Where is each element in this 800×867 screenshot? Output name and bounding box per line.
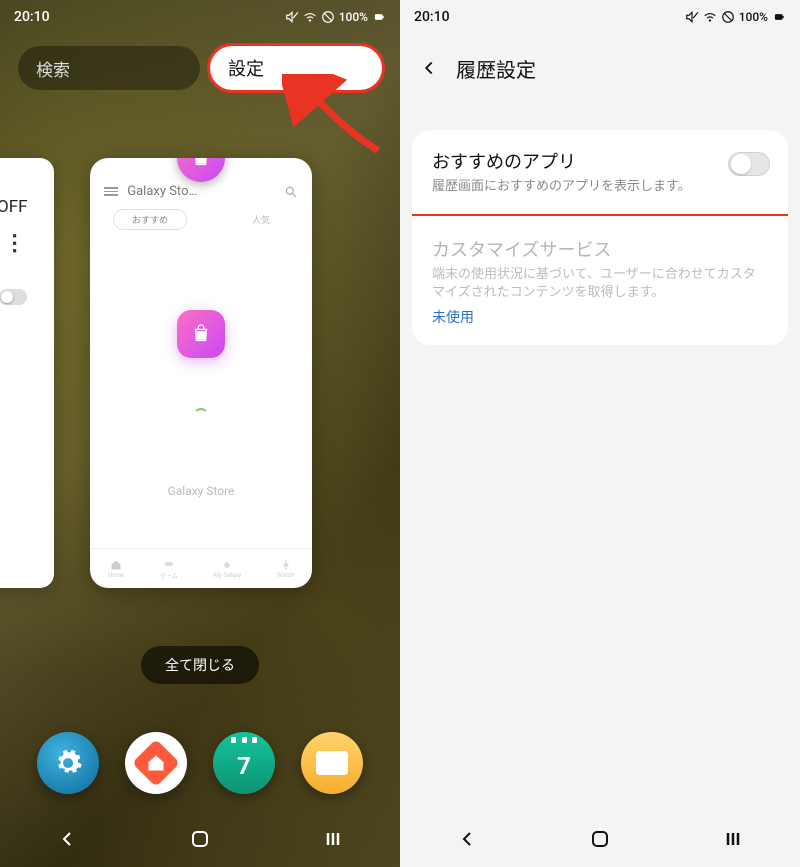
no-sim-icon bbox=[321, 10, 335, 24]
mini-toggle[interactable] bbox=[0, 289, 27, 305]
card-peek-label: がOFF bbox=[0, 192, 44, 217]
dock: 7 bbox=[0, 727, 400, 799]
setting-desc: 履歴画面におすすめのアプリを表示します。 bbox=[432, 178, 768, 196]
setting-customization-service[interactable]: カスタマイズサービス 端末の使用状況に基づいて、ユーザーに合わせてカスタマイズさ… bbox=[412, 218, 788, 344]
setting-status-link: 未使用 bbox=[432, 307, 474, 327]
battery-pct: 100% bbox=[739, 10, 768, 24]
battery-icon bbox=[372, 10, 386, 24]
close-all-button[interactable]: 全て閉じる bbox=[141, 646, 259, 684]
status-icons: 100% bbox=[685, 10, 786, 24]
tab-recommended: おすすめ bbox=[113, 209, 187, 230]
nav-back-button[interactable] bbox=[455, 827, 479, 855]
toggle-switch[interactable] bbox=[728, 152, 770, 176]
status-time: 20:10 bbox=[414, 9, 450, 25]
card-title: Galaxy Sto… bbox=[104, 184, 197, 199]
settings-card: おすすめのアプリ 履歴画面におすすめのアプリを表示します。 カスタマイズサービス… bbox=[412, 130, 788, 345]
status-icons: 100% bbox=[285, 10, 386, 24]
recents-card[interactable]: がOFF + ⋮ す bbox=[0, 158, 54, 588]
annotation-underline bbox=[412, 214, 788, 216]
navigation-bar bbox=[0, 815, 400, 867]
dock-settings-icon[interactable] bbox=[37, 732, 99, 794]
dock-calendar-icon[interactable]: 7 bbox=[213, 732, 275, 794]
card-bottom-nav: Home ゲーム My Galaxy Watch bbox=[90, 548, 312, 588]
nav-games: ゲーム bbox=[160, 558, 178, 580]
battery-pct: 100% bbox=[339, 10, 368, 24]
status-time: 20:10 bbox=[14, 9, 50, 25]
dock-launcher-icon[interactable] bbox=[125, 732, 187, 794]
mute-icon bbox=[685, 10, 699, 24]
nav-watch: Watch bbox=[277, 559, 294, 579]
nav-home-button[interactable] bbox=[188, 827, 212, 855]
status-bar: 20:10 100% bbox=[0, 0, 400, 34]
nav-recents-button[interactable] bbox=[321, 827, 345, 855]
no-sim-icon bbox=[721, 10, 735, 24]
setting-desc: 端末の使用状況に基づいて、ユーザーに合わせてカスタマイズされたコンテンツを取得し… bbox=[432, 266, 768, 302]
back-icon[interactable] bbox=[408, 57, 450, 79]
setting-title: おすすめのアプリ bbox=[432, 148, 768, 174]
nav-mygalaxy: My Galaxy bbox=[214, 559, 241, 579]
search-icon bbox=[284, 185, 298, 199]
recents-screen: 20:10 100% 検索 設定 がOFF bbox=[0, 0, 400, 867]
dock-files-icon[interactable] bbox=[301, 732, 363, 794]
page-header: 履歴設定 bbox=[400, 40, 800, 96]
store-name-label: Galaxy Store bbox=[90, 484, 312, 498]
loading-spinner-icon bbox=[193, 408, 209, 424]
navigation-bar bbox=[400, 815, 800, 867]
galaxy-store-big-icon bbox=[177, 310, 225, 358]
nav-recents-button[interactable] bbox=[721, 827, 745, 855]
page-title: 履歴設定 bbox=[456, 54, 536, 83]
setting-title: カスタマイズサービス bbox=[432, 236, 768, 262]
wifi-icon bbox=[703, 10, 717, 24]
status-bar: 20:10 100% bbox=[400, 0, 800, 34]
nav-back-button[interactable] bbox=[55, 827, 79, 855]
battery-icon bbox=[772, 10, 786, 24]
nav-home-button[interactable] bbox=[588, 827, 612, 855]
tab-popular: 人気 bbox=[233, 209, 289, 230]
hamburger-icon bbox=[104, 185, 118, 198]
recents-card[interactable]: Galaxy Sto… おすすめ 人気 Galaxy Store Home ゲー… bbox=[90, 158, 312, 588]
wifi-icon bbox=[303, 10, 317, 24]
mute-icon bbox=[285, 10, 299, 24]
nav-home: Home bbox=[108, 559, 124, 579]
setting-recommended-apps[interactable]: おすすめのアプリ 履歴画面におすすめのアプリを表示します。 bbox=[412, 130, 788, 214]
overflow-icon[interactable]: ⋮ bbox=[4, 231, 24, 256]
history-settings-screen: 20:10 100% 履歴設定 おすすめのアプリ 履歴画面におすすめのアプリを表… bbox=[400, 0, 800, 867]
recents-settings-button[interactable]: 設定 bbox=[210, 46, 382, 90]
search-input[interactable]: 検索 bbox=[18, 46, 200, 90]
